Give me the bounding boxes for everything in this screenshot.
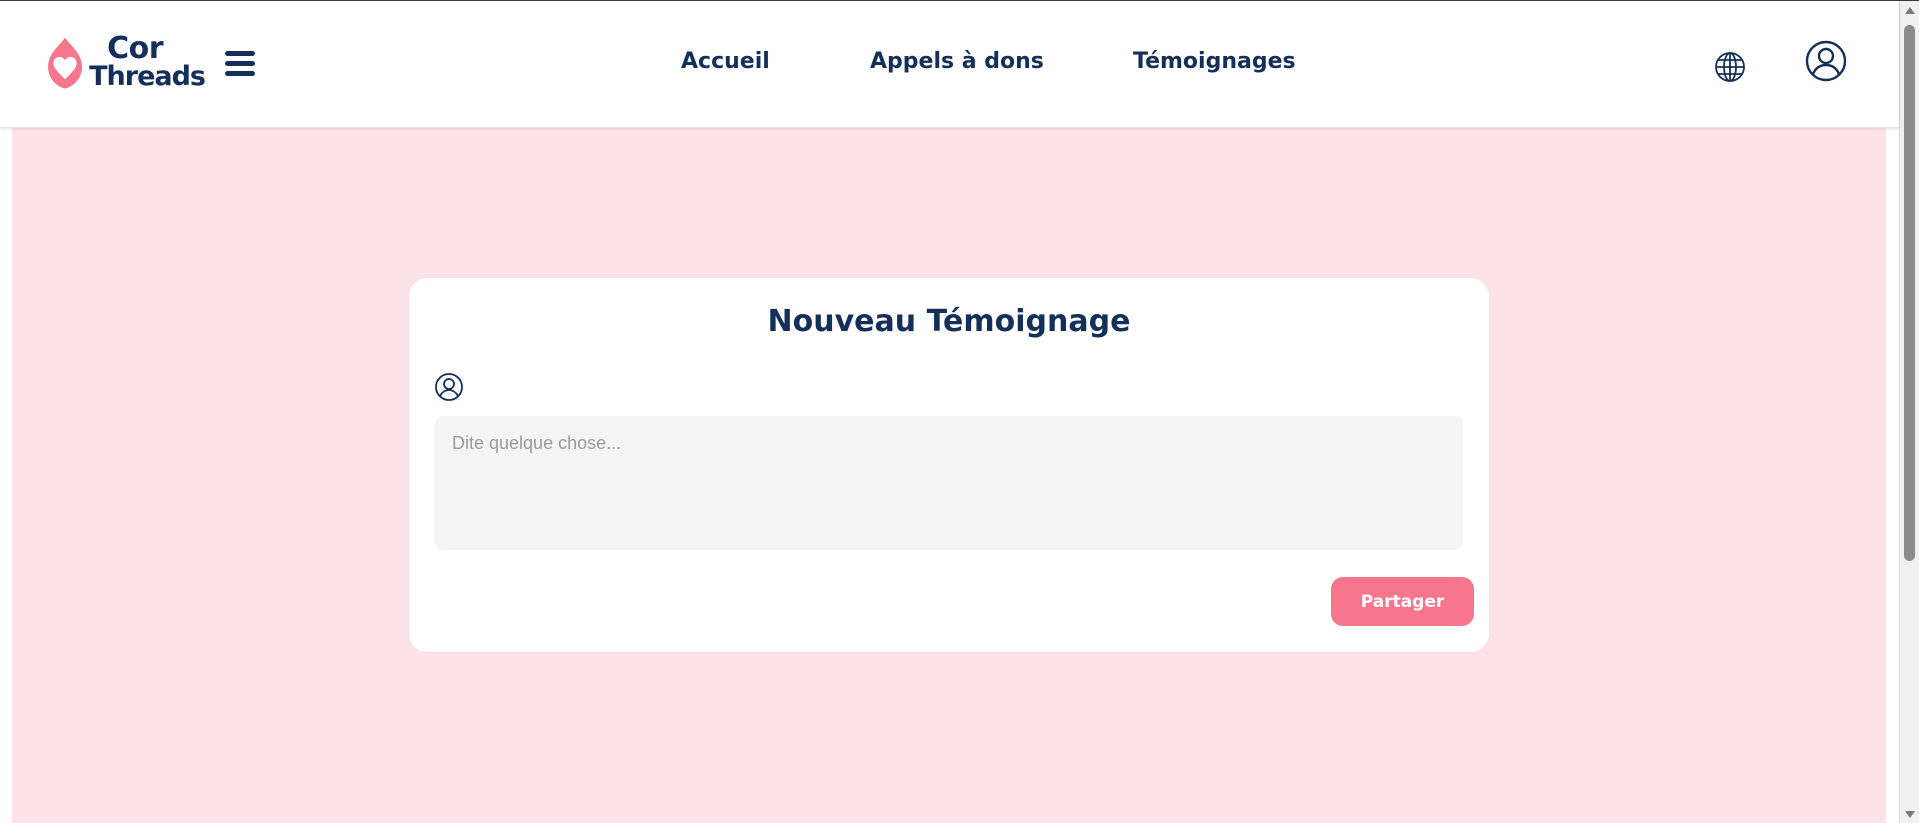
user-avatar-icon xyxy=(435,373,463,401)
testimony-textarea[interactable] xyxy=(435,416,1463,550)
main-content: Nouveau Témoignage Partager xyxy=(12,128,1886,823)
browser-viewport: Cor Threads Accueil Appels à dons Témoig… xyxy=(0,0,1919,823)
main-nav: Accueil Appels à dons Témoignages xyxy=(0,49,1899,81)
site-header: Cor Threads Accueil Appels à dons Témoig… xyxy=(0,1,1899,128)
scroll-thumb[interactable] xyxy=(1904,25,1915,561)
vertical-scrollbar[interactable] xyxy=(1899,1,1919,823)
scroll-down-arrow-icon[interactable] xyxy=(1905,811,1915,818)
user-circle-icon[interactable] xyxy=(1805,40,1847,82)
nav-link-temoignages[interactable]: Témoignages xyxy=(1133,49,1296,74)
nav-link-accueil[interactable]: Accueil xyxy=(681,49,770,74)
card-title: Nouveau Témoignage xyxy=(767,304,1131,339)
globe-icon[interactable] xyxy=(1714,51,1746,83)
share-button[interactable]: Partager xyxy=(1331,577,1474,626)
nav-link-appels-a-dons[interactable]: Appels à dons xyxy=(870,49,1044,74)
new-testimony-card: Nouveau Témoignage Partager xyxy=(409,278,1489,652)
scroll-up-arrow-icon[interactable] xyxy=(1905,7,1915,14)
